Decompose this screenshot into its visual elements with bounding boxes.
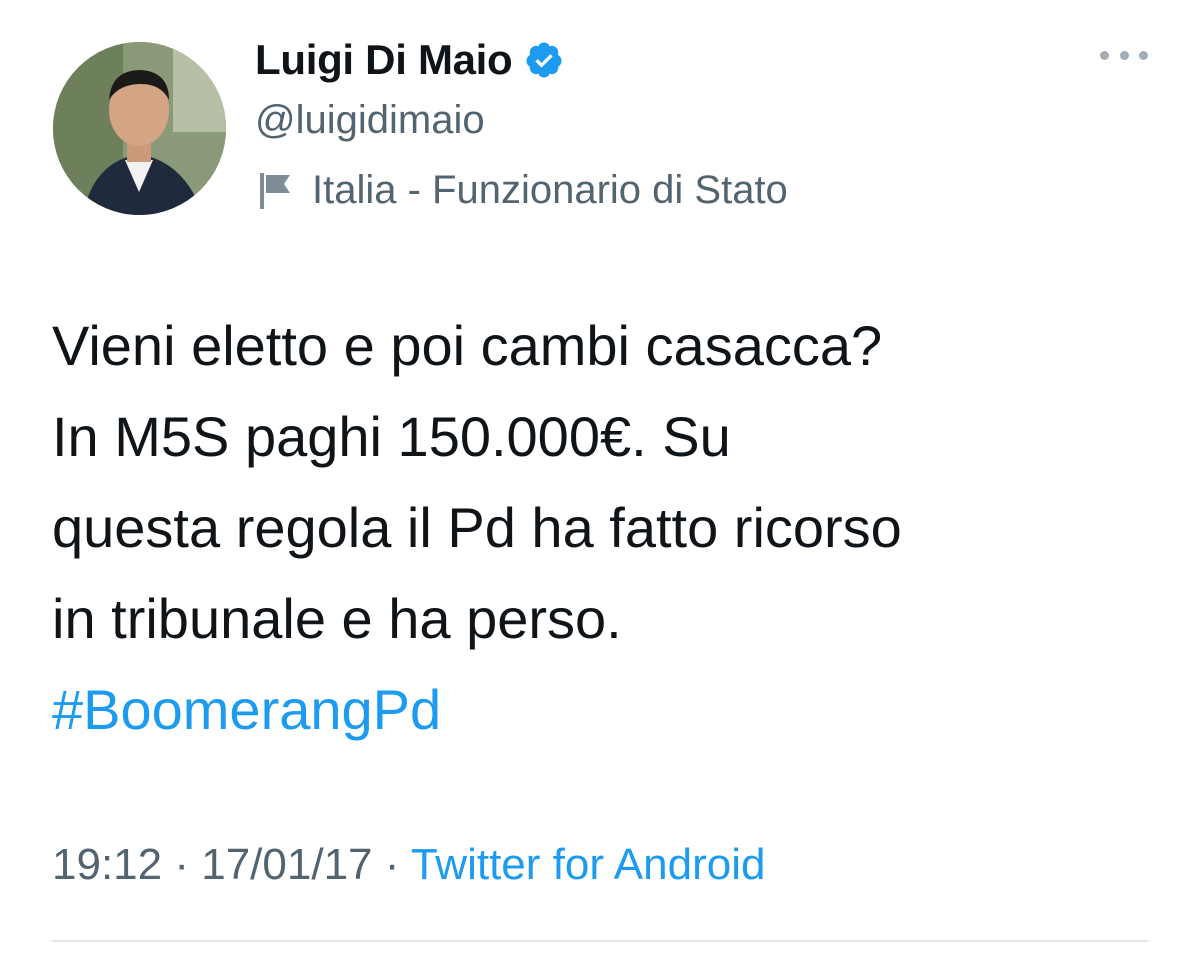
flag-icon [258, 171, 294, 211]
handle[interactable]: @luigidimaio [255, 98, 485, 143]
separator-dot: · [384, 840, 400, 889]
tweet-text: Vieni eletto e poi cambi casacca? In M5S… [52, 300, 1162, 755]
meta-separator: · [174, 840, 201, 889]
avatar[interactable] [53, 42, 226, 215]
tweet-card: Luigi Di Maio @luigidimaio Italia - Funz… [0, 0, 1200, 968]
divider [52, 940, 1148, 942]
more-dot [1139, 50, 1148, 60]
separator-dot: · [174, 840, 189, 889]
meta-separator: · [385, 840, 411, 889]
tweet-source-link[interactable]: Twitter for Android [411, 840, 766, 889]
verified-badge-icon [524, 40, 564, 80]
more-dot [1100, 50, 1109, 60]
tweet-text-line: in tribunale e ha perso. [52, 587, 622, 650]
more-options-icon[interactable] [1100, 40, 1148, 70]
account-label-text: Italia - Funzionario di Stato [312, 168, 788, 212]
tweet-text-line: questa regola il Pd ha fatto ricorso [52, 496, 902, 559]
tweet-text-line: In M5S paghi 150.000€. Su [52, 405, 731, 468]
avatar-image [53, 42, 226, 215]
tweet-time[interactable]: 19:12 [52, 840, 162, 889]
account-label: Italia - Funzionario di Stato [258, 168, 788, 213]
tweet-date[interactable]: 17/01/17 [201, 840, 372, 889]
tweet-meta: 19:12 · 17/01/17 · Twitter for Android [52, 840, 765, 890]
more-dot [1119, 50, 1129, 60]
display-name[interactable]: Luigi Di Maio [255, 36, 513, 84]
tweet-text-line: Vieni eletto e poi cambi casacca? [52, 314, 883, 377]
name-row: Luigi Di Maio [255, 32, 564, 88]
hashtag-link[interactable]: #BoomerangPd [52, 664, 1162, 755]
